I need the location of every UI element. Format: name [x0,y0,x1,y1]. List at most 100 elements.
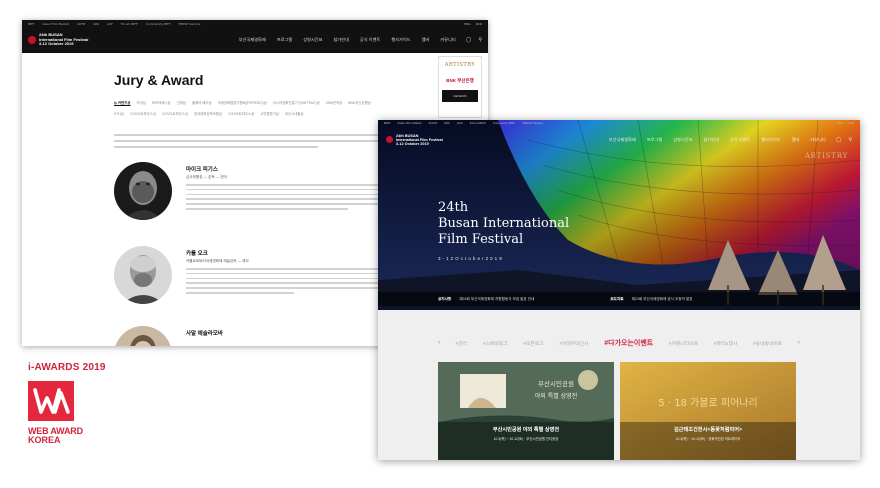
search-icon[interactable]: ⚲ [478,37,482,43]
util-link[interactable]: FRESH Service [522,121,543,125]
logo-line: 3-12 October 2019 [39,41,74,47]
event-tab[interactable]: #야외무대인사 [559,340,588,347]
biff-logo-icon [386,136,393,144]
util-link[interactable]: BIFF [28,22,34,26]
festival-title-line: Busan International [438,216,570,231]
menu-item[interactable]: 상영시간표 [303,37,322,43]
award-tab[interactable]: CGV아트하우스상 [130,111,156,116]
menu-item[interactable]: 멤버 [792,137,800,143]
event-tab[interactable]: #동네방네비프 [753,340,782,347]
event-tab[interactable]: #스페셜토크 [483,340,508,347]
biff-logo-text: 24th BUSAN International Film Festival 3… [396,134,443,147]
award-tab[interactable]: 올해의 배우상 [192,100,212,105]
award-tab[interactable]: KNN관객상 [326,100,343,105]
util-link[interactable]: Community BIFF [146,22,171,26]
jury-photo [114,246,172,304]
util-link[interactable]: FRESH Service [178,22,200,26]
menu-item[interactable]: 프로그램 [647,137,662,143]
award-tab[interactable]: 아시아영화진흥기구(NETPAC)상 [273,100,320,105]
util-link[interactable]: ACF [107,22,113,26]
award-tab[interactable]: 부산시네필상 [285,111,304,116]
menu-item[interactable]: 행사가이드 [391,37,410,43]
award-tab[interactable]: 선재상 [177,100,186,105]
ticker-item[interactable]: 제24회 부산국제영화제 자원활동가 모집 발표 안내 [459,297,534,302]
util-link[interactable]: ACF [457,121,463,125]
event-section: ‹ #갈라 #스페셜토크 #오픈토크 #야외무대인사 #다가오는이벤트 #커뮤니… [378,310,860,460]
main-nav: 24th BUSAN International Film Festival 3… [378,128,860,152]
event-card-image: 5 · 18 가볼로 피어나리 [620,362,796,460]
festival-date: 3 - 1 2 O c t o b e r 2 0 1 9 [438,256,503,261]
menu-item[interactable]: 커뮤니티 [810,137,825,143]
biff-logo-icon [28,36,36,44]
menu-item[interactable]: 참가안내 [333,37,348,43]
jury-photo [114,326,172,346]
award-tab[interactable]: 비프메세나상 [152,100,171,105]
util-link[interactable]: APA [444,121,450,125]
award-tab[interactable]: 뉴 커런츠상 [114,100,131,105]
search-icon[interactable]: ⚲ [848,137,852,143]
menu-item[interactable]: 부산국제영화제 [609,137,636,143]
util-link[interactable]: APA [93,22,99,26]
event-card[interactable]: 부산시민공원 야외 특별 상영전 부산시민공원 야외 특별 상영전 10.3(목… [438,362,614,460]
award-badge: i-AWARDS 2019 WEB AWARD KOREA [28,362,128,445]
util-link[interactable]: Asian Film Market [42,22,69,26]
award-tab[interactable]: CGV아트하우스상 [162,111,188,116]
event-tab[interactable]: #갈라 [456,340,468,347]
event-card[interactable]: 5 · 18 가볼로 피어나리 김근태조건전시<동꽃처럼피어> 10.3(목) … [620,362,796,460]
award-tab[interactable]: 지석상 [137,100,146,105]
lang-eng[interactable]: ENG [837,121,844,125]
award-country: KOREA [28,435,61,445]
util-link[interactable]: BIFF [384,121,391,125]
ticker-tag: 공지사항 [438,296,452,301]
award-tab[interactable]: 국제영화평론가협회(FIPRESCI)상 [218,100,267,105]
menu-item[interactable]: 커뮤니티 [440,37,455,43]
card-art-text: 5 · 18 가볼로 피어나리 [658,397,757,409]
festival-title-line: Film Festival [438,232,524,247]
jury-photo [114,162,172,220]
award-tab[interactable]: BNK부산은행상 [348,100,371,105]
biff-logo[interactable]: 24th BUSAN International Film Festival 3… [386,134,443,147]
user-icon[interactable]: ◯ [836,137,842,143]
event-card-info: 10.3(목) ~ 10.12(토) · 부산시민공원 잔디광장 [493,437,559,441]
menu-item[interactable]: 참가안내 [703,137,718,143]
event-card-title: 부산시민공원 야외 특별 상영전 [492,427,560,433]
util-link[interactable]: Community BIFF [493,121,516,125]
utility-bar: BIFF Asian Film Market ACFM APA ACF Foru… [378,120,860,126]
award-tab[interactable]: 한국영화감독조합상 [194,111,222,116]
util-link[interactable]: Asian Film Market [398,121,422,125]
bnk-logo: BNK 부산은행 [446,78,474,83]
artistry-logo[interactable]: ARTISTRY [805,152,848,160]
menu-item[interactable]: 행사가이드 [761,137,780,143]
menu-item[interactable]: 상영시간표 [673,137,692,143]
menu-item[interactable]: 프로그램 [277,37,292,43]
chevron-right-icon[interactable]: › [798,340,800,346]
biff-logo[interactable]: 24th BUSAN International Film Festival 3… [28,32,88,47]
chevron-left-icon[interactable]: ‹ [438,340,440,346]
lang-kor[interactable]: KOR [847,121,854,125]
sponsor-banner[interactable]: ARTISTRY BNK 부산은행 GENESIS [438,56,482,118]
util-link[interactable]: ACFM [429,121,438,125]
event-card-title: 김근태조건전시<동꽃처럼피어> [673,427,743,433]
util-link[interactable]: Forum BIFF [470,121,486,125]
card-art-text: 야외 특별 상영전 [535,392,577,400]
event-tab[interactable]: #오픈토크 [523,340,543,347]
lang-kor[interactable]: KOR [476,22,482,26]
award-tab[interactable]: KTH상 [114,111,124,116]
menu-item[interactable]: 공식 이벤트 [360,37,380,43]
menu-item[interactable]: 공식 이벤트 [730,137,750,143]
award-tab[interactable]: CGV아트하우스상 [228,111,254,116]
event-tab-active[interactable]: #다가오는이벤트 [604,338,653,348]
biff-logo-text: 24th BUSAN International Film Festival 3… [39,32,88,47]
award-tab[interactable]: 시민평론가상 [260,111,279,116]
util-link[interactable]: ACFM [77,22,85,26]
event-tab[interactable]: #파티&행사 [714,340,738,347]
lang-eng[interactable]: ENG [464,22,470,26]
lang-switch: ENG KOR [837,121,854,125]
user-icon[interactable]: ◯ [466,37,472,43]
event-tab[interactable]: #커뮤니티비프 [669,340,698,347]
util-link[interactable]: Forum BIFF [121,22,138,26]
menu-item[interactable]: 멤버 [422,37,430,43]
main-page-screenshot: BIFF Asian Film Market ACFM APA ACF Foru… [378,120,860,460]
menu-item[interactable]: 부산국제영화제 [239,37,266,43]
ticker-item[interactable]: 제24회 부산국제영화제 공식 초청작 발표 [632,297,693,302]
